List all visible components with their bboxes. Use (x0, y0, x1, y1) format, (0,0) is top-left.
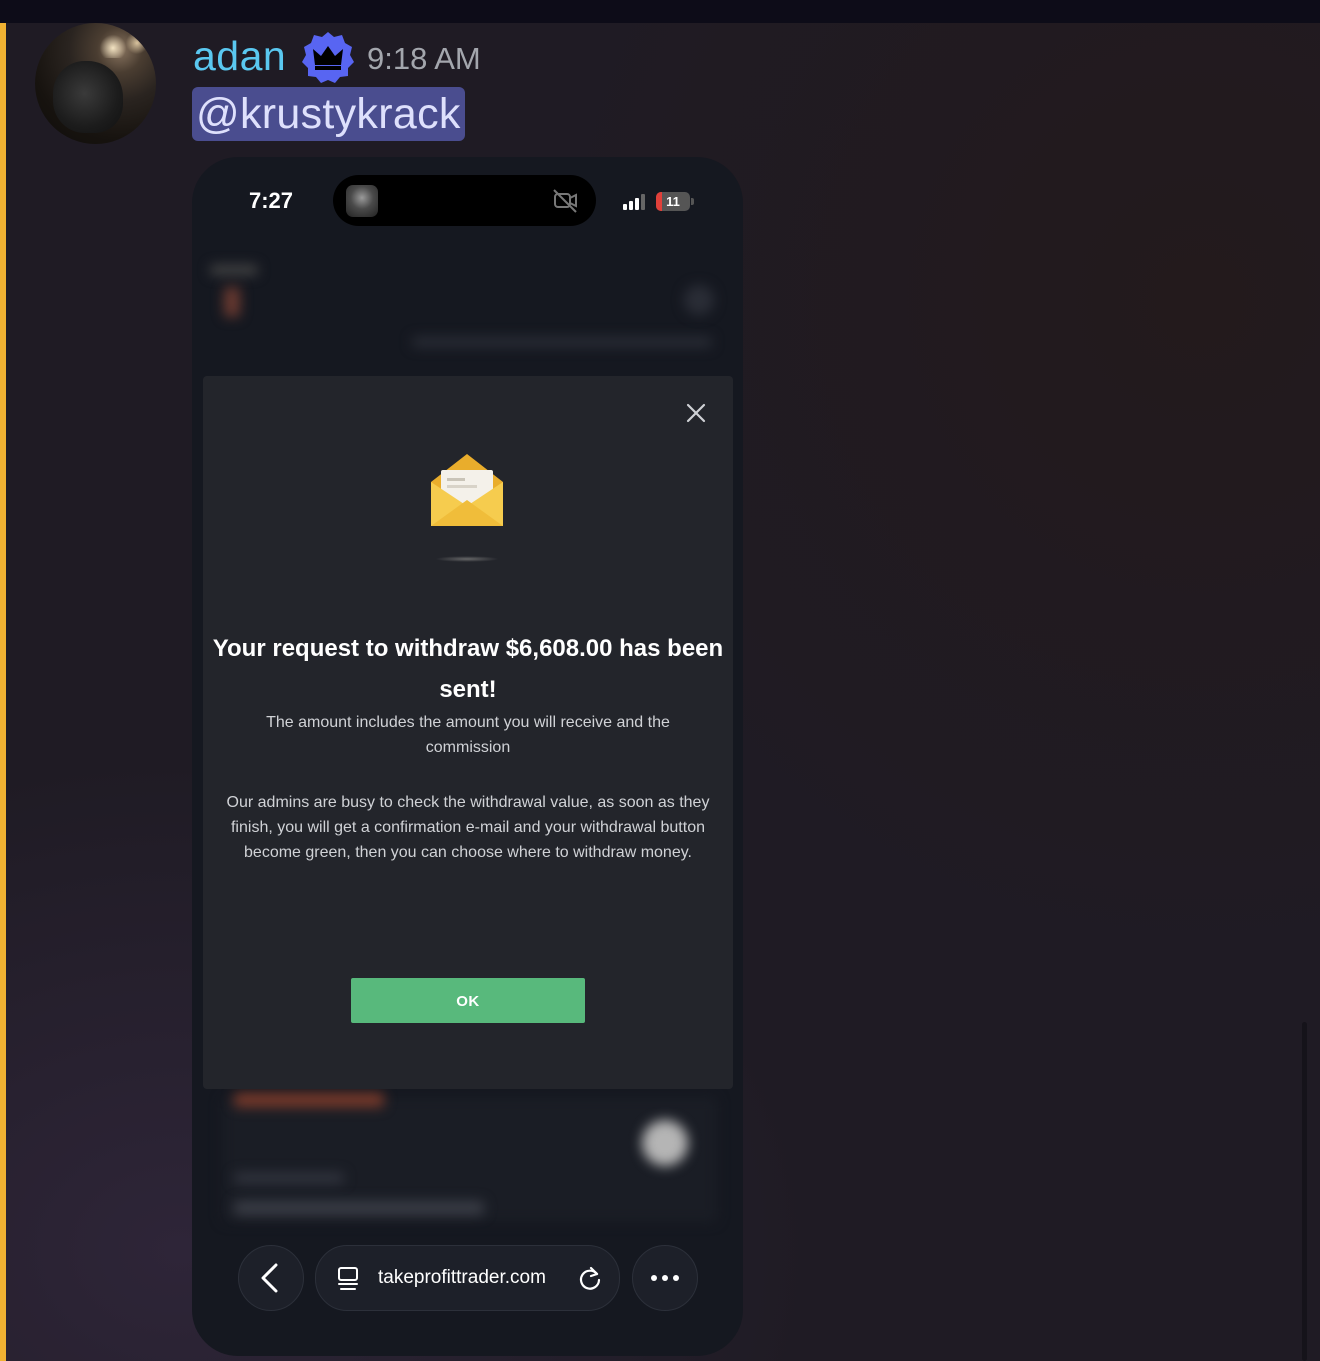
user-mention[interactable]: @krustykrack (192, 87, 465, 141)
message-author[interactable]: adan (193, 30, 286, 82)
more-icon (651, 1275, 679, 1281)
close-icon[interactable] (683, 400, 709, 426)
chevron-left-icon (261, 1263, 278, 1293)
message-timestamp: 9:18 AM (367, 41, 481, 76)
blurred-content (684, 285, 714, 315)
back-button[interactable] (238, 1245, 304, 1311)
address-bar[interactable]: takeprofittrader.com (315, 1245, 620, 1311)
signal-icon (623, 194, 645, 210)
dynamic-island (333, 175, 596, 226)
blurred-content (210, 265, 258, 275)
blurred-content (234, 1173, 344, 1183)
screenshot-attachment[interactable]: 7:27 11 Your request to withdraw $6,608.… (192, 157, 743, 1356)
mention-highlight-bar (0, 23, 6, 1361)
reload-icon[interactable] (577, 1265, 603, 1291)
scrollbar[interactable] (1302, 1022, 1307, 1361)
battery-icon: 11 (656, 192, 690, 211)
blurred-content (642, 1120, 688, 1166)
crown-badge-icon[interactable] (300, 29, 356, 85)
blurred-content (412, 337, 712, 347)
dialog-body: Our admins are busy to check the withdra… (226, 794, 710, 861)
blurred-content (224, 287, 240, 317)
envelope-icon (431, 454, 503, 526)
status-time: 7:27 (249, 188, 294, 213)
url-text[interactable]: takeprofittrader.com (378, 1264, 546, 1292)
blurred-content (234, 1201, 484, 1215)
top-bar (0, 0, 1320, 23)
more-button[interactable] (632, 1245, 698, 1311)
media-thumbnail-icon (346, 185, 378, 217)
camera-off-icon (553, 189, 577, 213)
dialog-title: Your request to withdraw $6,608.00 has b… (212, 635, 724, 703)
dialog-subtitle: The amount includes the amount you will … (266, 714, 670, 756)
blurred-content (234, 1093, 384, 1107)
ok-button[interactable]: OK (351, 978, 585, 1023)
tabs-icon (338, 1267, 358, 1290)
avatar[interactable] (35, 23, 156, 144)
withdraw-confirmation-dialog: Your request to withdraw $6,608.00 has b… (203, 376, 733, 1089)
battery-level: 11 (666, 194, 680, 209)
